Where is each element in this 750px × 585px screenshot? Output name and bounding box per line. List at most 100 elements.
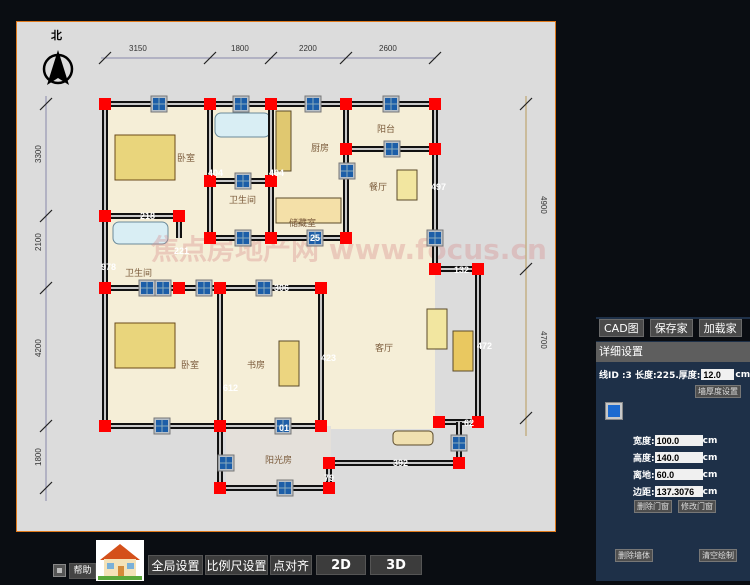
thickness-input[interactable] [701,369,735,380]
window-item[interactable] [382,95,400,113]
wall-node[interactable] [340,143,352,155]
set-wall-thickness-button[interactable]: 墙厚度设置 [695,385,741,398]
height-input[interactable] [654,452,703,463]
wall-node[interactable] [99,210,111,222]
floor-plan[interactable]: 3150 1800 2200 2600 3600 3000 4500 3300 … [17,22,555,531]
window-item[interactable] [450,434,468,452]
window-item[interactable] [426,229,444,247]
room-label-storage: 储藏室 [289,217,316,229]
window-item[interactable] [232,95,250,113]
wall-node[interactable] [214,482,226,494]
snap-points-button[interactable]: 点对齐 [270,555,312,575]
sill-unit: cm [702,469,718,480]
delete-wall-button[interactable]: 删除墙体 [615,549,653,562]
wall-node[interactable] [453,457,465,469]
dim-top-2: 1800 [231,44,249,53]
wall-node[interactable] [340,98,352,110]
bed-1 [114,134,176,181]
save-home-button[interactable]: 保存家 [649,319,693,337]
dim-left-2: 2100 [34,233,43,251]
modify-door-window-button[interactable]: 修改门窗 [678,500,716,513]
wall-length-label: 497 [431,182,446,192]
room-label-study: 书房 [247,359,265,371]
dim-top-4: 2600 [379,44,397,53]
wall-node[interactable] [99,98,111,110]
window-item[interactable] [304,95,322,113]
line-info-text: 线ID :3 长度:225.厚度: [599,371,701,381]
compass-north-label: 北 [51,28,62,42]
wall-node[interactable] [433,416,445,428]
wall-length-label: 132 [454,265,469,275]
window-item[interactable] [255,279,273,297]
car [392,430,434,446]
field-margin: 边距: cm [633,485,717,498]
wall-node[interactable] [429,263,441,275]
wall-length-label: 01 [279,423,289,433]
sill-label: 离地: [633,471,655,481]
scale-settings-button[interactable]: 比例尺设置 [205,555,268,575]
field-height: 高度: cm [633,451,717,464]
wall-node[interactable] [323,457,335,469]
wall-length-label: 392 [393,458,408,468]
help-button[interactable]: 帮助 [69,563,96,579]
clear-drawing-button[interactable]: 清空绘制 [699,549,737,562]
width-input[interactable] [654,435,703,446]
window-item[interactable] [217,454,235,472]
wall-node[interactable] [214,282,226,294]
window-item[interactable] [150,95,168,113]
window-item[interactable] [195,279,213,297]
thickness-unit: cm [735,369,750,380]
width-unit: cm [702,435,718,446]
window-item[interactable] [338,162,356,180]
sill-input[interactable] [654,469,703,480]
wall-length-label: 62 [464,418,474,428]
cad-button[interactable]: CAD图 [599,319,644,337]
room-label-living: 客厅 [375,342,393,354]
window-item[interactable] [153,417,171,435]
wall-length-label: 218 [140,211,155,221]
wall-node[interactable] [323,482,335,494]
window-item[interactable] [383,140,401,158]
wall-length-label: 221 [174,246,189,256]
window-item[interactable] [138,279,156,297]
window-item[interactable] [234,172,252,190]
help-toggle-button[interactable] [53,564,66,577]
margin-input[interactable] [654,486,703,497]
wall-length-label: 79 [324,473,334,483]
wall-node[interactable] [173,210,185,222]
wall-node[interactable] [204,98,216,110]
view-3d-button[interactable]: 3D [370,555,422,575]
load-home-button[interactable]: 加载家 [698,319,742,337]
window-item[interactable] [276,479,294,497]
home-logo-icon[interactable] [96,540,144,581]
floor-plan-canvas[interactable]: 3150 1800 2200 2600 3600 3000 4500 3300 … [16,21,556,532]
delete-door-window-button[interactable]: 删除门窗 [634,500,672,513]
wall-node[interactable] [315,420,327,432]
wall-node[interactable] [265,232,277,244]
wall-node[interactable] [204,232,216,244]
global-settings-button[interactable]: 全局设置 [148,555,203,575]
wall-node[interactable] [472,263,484,275]
wall-length-label: 423 [321,353,336,363]
room-label-dining: 餐厅 [369,181,387,193]
wall-node[interactable] [265,98,277,110]
wall-node[interactable] [99,282,111,294]
window-item[interactable] [234,229,252,247]
wall-node[interactable] [429,98,441,110]
wall-node[interactable] [340,232,352,244]
wall-length-label: 404 [208,168,223,178]
room-label-bedroom-1: 卧室 [177,152,195,164]
wall-node[interactable] [173,282,185,294]
dim-left-3: 4200 [34,339,43,357]
window-item[interactable] [154,279,172,297]
room-label-bathroom-1: 卫生间 [229,194,256,206]
wall-length-label: 306 [274,283,289,293]
wall-node[interactable] [99,420,111,432]
wall-node[interactable] [315,282,327,294]
view-2d-button[interactable]: 2D [316,555,366,575]
window-type-button[interactable] [605,402,623,420]
margin-label: 边距: [633,488,655,498]
width-label: 宽度: [633,437,655,447]
wall-node[interactable] [429,143,441,155]
wall-node[interactable] [214,420,226,432]
